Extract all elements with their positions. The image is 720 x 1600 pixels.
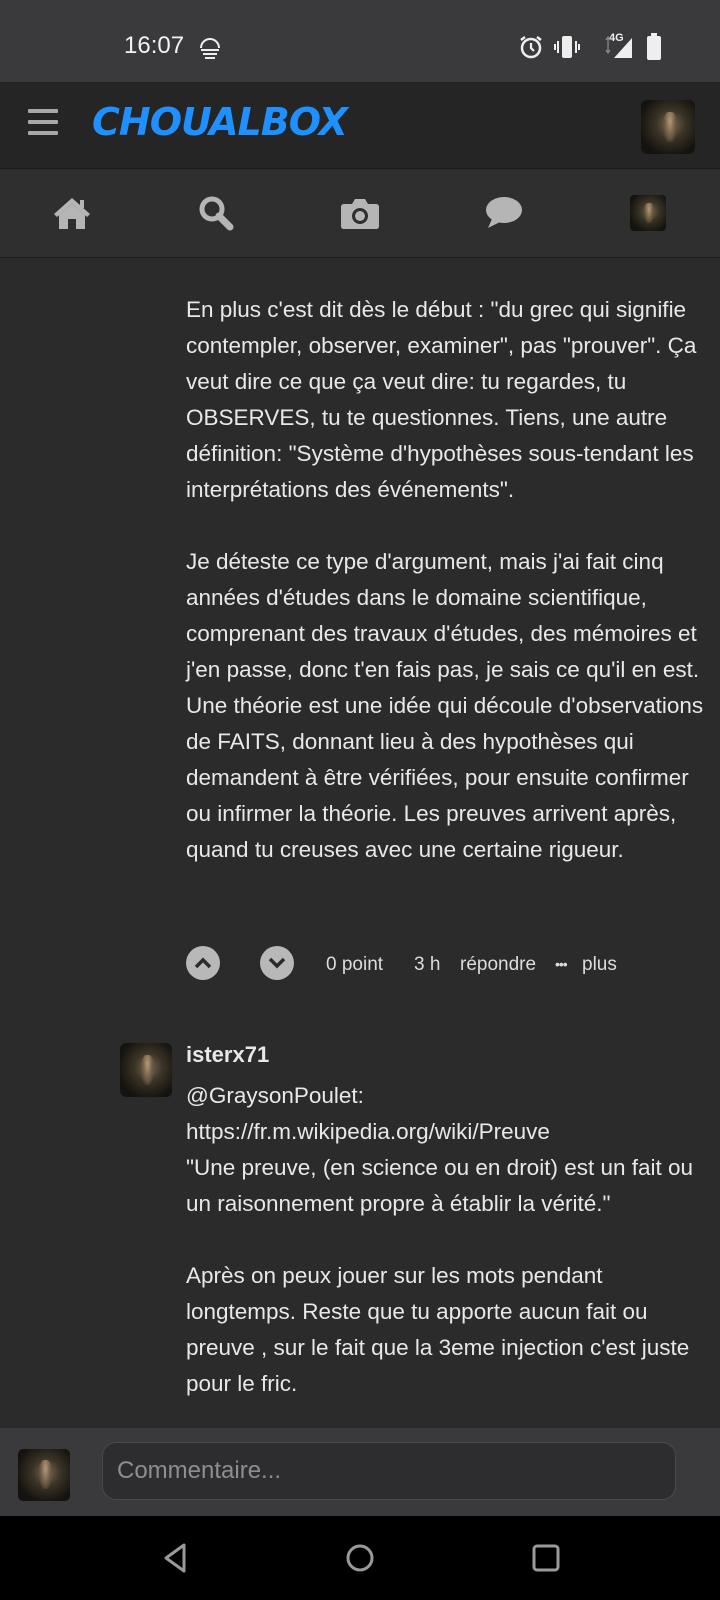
points-count: 0 point [326, 954, 384, 975]
downvote-button[interactable] [260, 946, 294, 980]
home-icon [54, 198, 90, 229]
app-header: CHOUALBOX [0, 82, 720, 169]
nav-search[interactable] [192, 189, 240, 237]
status-bar: 16:07 4G [0, 0, 720, 82]
camera-icon [341, 199, 379, 229]
back-icon[interactable] [158, 1540, 194, 1576]
nav-bar [0, 169, 720, 258]
chevron-up-icon [194, 957, 212, 969]
recents-icon[interactable] [528, 1540, 564, 1576]
comment-thread: En plus c'est dit dès le début : "du gre… [0, 258, 720, 1428]
url-link[interactable]: https://fr.m.wikipedia.org/wiki/Preuve [186, 1114, 706, 1150]
home-button-icon[interactable] [342, 1540, 378, 1576]
comment-paragraph: "Une preuve, (en science ou en droit) es… [186, 1155, 694, 1216]
mention-link[interactable]: @GraysonPoulet: [186, 1078, 706, 1114]
user-avatar[interactable] [641, 100, 695, 154]
more-link[interactable]: plus [582, 954, 617, 976]
logo[interactable]: CHOUALBOX [92, 100, 348, 144]
signal-icon [605, 35, 632, 58]
system-nav-bar [0, 1516, 720, 1600]
comment-username[interactable]: isterx71 [186, 1042, 269, 1068]
comment-body: @GraysonPoulet: https://fr.m.wikipedia.o… [186, 1078, 706, 1428]
comment-composer [0, 1428, 720, 1516]
nav-camera[interactable] [336, 189, 384, 237]
vibrate-icon [554, 36, 580, 58]
vpn-icon [200, 38, 220, 59]
comment-age: 3 h [414, 954, 441, 975]
reply-link[interactable]: répondre [460, 954, 536, 976]
nav-home[interactable] [48, 189, 96, 237]
alarm-icon [520, 36, 542, 59]
menu-icon[interactable] [28, 109, 58, 139]
comment-paragraph: Je déteste ce type d'argument, mais j'ai… [186, 549, 704, 862]
search-icon [199, 196, 234, 231]
more-icon[interactable]: ••• [555, 956, 568, 972]
nav-chat[interactable] [480, 189, 528, 237]
comment-body: En plus c'est dit dès le début : "du gre… [186, 292, 706, 904]
comment-actions: 0 point 3 h répondre ••• plus [186, 946, 706, 986]
comment-paragraph: En plus c'est dit dès le début : "du gre… [186, 297, 697, 502]
chevron-down-icon [268, 957, 286, 969]
profile-avatar [630, 195, 666, 231]
battery-icon [647, 33, 661, 60]
upvote-button[interactable] [186, 946, 220, 980]
comment-paragraph: Après on peux jouer sur les mots pendant… [186, 1263, 690, 1396]
comment-input[interactable] [102, 1442, 676, 1500]
composer-avatar [18, 1449, 70, 1501]
status-time: 16:07 [124, 32, 185, 59]
comment-author-avatar[interactable] [120, 1043, 172, 1097]
nav-profile[interactable] [624, 189, 672, 237]
chat-icon [486, 197, 522, 228]
